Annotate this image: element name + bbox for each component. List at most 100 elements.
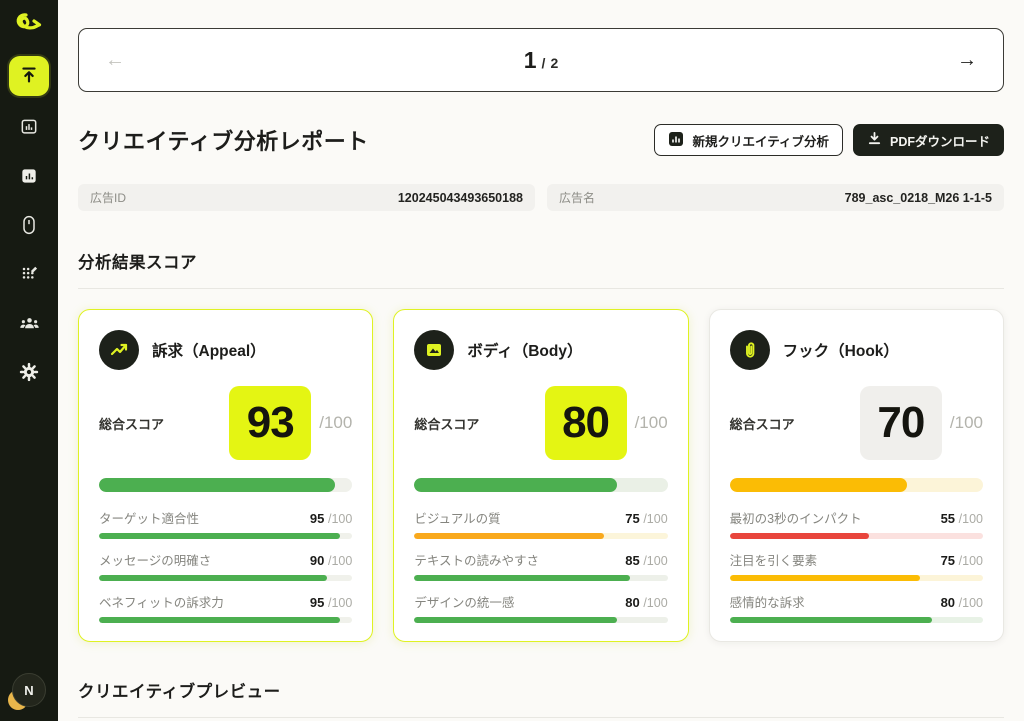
current-page: 1	[524, 47, 537, 74]
next-page-button[interactable]: →	[957, 50, 977, 70]
overall-progress-bar	[730, 478, 983, 492]
overall-progress-bar	[99, 478, 352, 492]
score-card: 訴求（Appeal） 総合スコア 93 /100 ターゲット適合性 95 /10…	[78, 309, 373, 642]
subscore-progress-bar	[99, 617, 352, 623]
chart-badge-icon	[668, 131, 684, 150]
subscore-denominator: /100	[959, 554, 983, 568]
sidebar-nav	[9, 56, 49, 390]
sidebar-item-analytics[interactable]	[12, 160, 46, 194]
subscore-denominator: /100	[328, 554, 352, 568]
subscore-progress-bar	[414, 617, 667, 623]
subscore-denominator: /100	[643, 554, 667, 568]
subscore-denominator: /100	[328, 596, 352, 610]
subscore-row: ビジュアルの質 75 /100	[414, 508, 667, 539]
pdf-download-label: PDFダウンロード	[890, 131, 990, 150]
total-pages: 2	[550, 55, 558, 71]
sidebar: N	[0, 0, 58, 721]
overall-score-badge: 80	[545, 386, 627, 460]
sidebar-item-report[interactable]	[12, 111, 46, 145]
people-icon	[19, 313, 40, 336]
subscore-label: テキストの読みやすさ	[414, 550, 539, 569]
new-analysis-label: 新規クリエイティブ分析	[692, 131, 829, 150]
subscore-progress-bar	[99, 575, 352, 581]
overall-score-label: 総合スコア	[730, 414, 860, 433]
score-section-title: 分析結果スコア	[78, 249, 1004, 273]
subscore-value: 95	[310, 595, 324, 610]
pdf-download-button[interactable]: PDFダウンロード	[853, 124, 1004, 156]
subscore-row: ターゲット適合性 95 /100	[99, 508, 352, 539]
overall-score-badge: 70	[860, 386, 942, 460]
sidebar-item-upload[interactable]	[9, 56, 49, 96]
ad-id-label: 広告ID	[90, 189, 126, 206]
pagination-bar: ← 1 / 2 →	[78, 28, 1004, 92]
user-avatar[interactable]: N	[12, 673, 46, 707]
subscore-value: 75	[625, 511, 639, 526]
subscore-progress-bar	[730, 575, 983, 581]
subscore-row: 感情的な訴求 80 /100	[730, 592, 983, 623]
bar-chart-icon	[19, 166, 39, 189]
arrow-left-icon: ←	[105, 49, 125, 71]
subscore-progress-bar	[414, 575, 667, 581]
score-denominator: /100	[635, 413, 668, 433]
section-divider	[78, 717, 1004, 718]
subscore-progress-bar	[414, 533, 667, 539]
subscore-denominator: /100	[643, 596, 667, 610]
score-denominator: /100	[319, 413, 352, 433]
subscore-label: ターゲット適合性	[99, 508, 199, 527]
image-icon	[414, 330, 454, 370]
avatar-initial: N	[12, 673, 46, 707]
sidebar-item-settings[interactable]	[12, 356, 46, 390]
subscore-row: ベネフィットの訴求力 95 /100	[99, 592, 352, 623]
subscore-denominator: /100	[959, 512, 983, 526]
overall-progress-bar	[414, 478, 667, 492]
subscore-label: メッセージの明確さ	[99, 550, 211, 569]
download-icon	[867, 131, 882, 149]
subscore-row: テキストの読みやすさ 85 /100	[414, 550, 667, 581]
subscore-value: 55	[941, 511, 955, 526]
subscore-label: 最初の3秒のインパクト	[730, 508, 862, 527]
subscore-row: メッセージの明確さ 90 /100	[99, 550, 352, 581]
subscore-value: 90	[310, 553, 324, 568]
sidebar-item-editor[interactable]	[12, 258, 46, 292]
ad-name-field: 広告名 789_asc_0218_M26 1-1-5	[547, 184, 1004, 211]
score-cards: 訴求（Appeal） 総合スコア 93 /100 ターゲット適合性 95 /10…	[78, 309, 1004, 642]
score-card: フック（Hook） 総合スコア 70 /100 最初の3秒のインパクト 55 /…	[709, 309, 1004, 642]
overall-score-label: 総合スコア	[99, 414, 229, 433]
subscore-denominator: /100	[643, 512, 667, 526]
section-divider	[78, 288, 1004, 289]
overall-score-label: 総合スコア	[414, 414, 544, 433]
subscore-value: 95	[310, 511, 324, 526]
subscore-value: 80	[625, 595, 639, 610]
subscore-label: 感情的な訴求	[730, 592, 805, 611]
subscore-progress-bar	[730, 533, 983, 539]
subscore-progress-bar	[730, 617, 983, 623]
ad-id-field: 広告ID 120245043493650188	[78, 184, 535, 211]
subscore-denominator: /100	[328, 512, 352, 526]
subscore-row: 最初の3秒のインパクト 55 /100	[730, 508, 983, 539]
subscore-progress-bar	[99, 533, 352, 539]
arrow-right-icon: →	[957, 49, 977, 71]
ad-name-value: 789_asc_0218_M26 1-1-5	[845, 191, 992, 205]
subscore-label: ビジュアルの質	[414, 508, 500, 527]
ad-info-row: 広告ID 120245043493650188 広告名 789_asc_0218…	[78, 184, 1004, 211]
subscore-row: デザインの統一感 80 /100	[414, 592, 667, 623]
subscore-value: 75	[941, 553, 955, 568]
score-denominator: /100	[950, 413, 983, 433]
sidebar-item-team[interactable]	[12, 307, 46, 341]
mouse-icon	[19, 214, 39, 239]
subscore-value: 85	[625, 553, 639, 568]
page-title: クリエイティブ分析レポート	[78, 124, 369, 156]
page-separator: /	[542, 55, 546, 71]
prev-page-button[interactable]: ←	[105, 50, 125, 70]
ad-id-value: 120245043493650188	[398, 191, 523, 205]
subscore-denominator: /100	[959, 596, 983, 610]
main-content: ← 1 / 2 → クリエイティブ分析レポート 新規クリ	[58, 0, 1024, 721]
subscore-label: デザインの統一感	[414, 592, 514, 611]
subscore-value: 80	[941, 595, 955, 610]
new-analysis-button[interactable]: 新規クリエイティブ分析	[654, 124, 843, 156]
overall-score-badge: 93	[229, 386, 311, 460]
apps-edit-icon	[19, 264, 39, 287]
gear-icon	[19, 362, 39, 385]
sidebar-item-tracking[interactable]	[12, 209, 46, 243]
subscore-row: 注目を引く要素 75 /100	[730, 550, 983, 581]
